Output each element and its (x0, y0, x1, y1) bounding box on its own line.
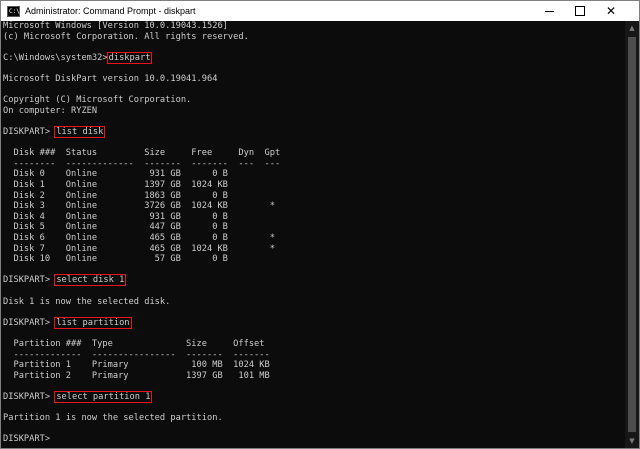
console-line: Disk 2 Online 1863 GB 0 B (3, 190, 228, 202)
console-line-text: Disk ### Status Size Free Dyn Gpt (3, 148, 281, 159)
console-line-text: DISKPART> (3, 434, 51, 445)
console-line: DISKPART> list disk (3, 126, 106, 138)
console-line-text: Disk 1 Online 1397 GB 1024 KB (3, 180, 228, 190)
console-line: Disk 1 Online 1397 GB 1024 KB (3, 180, 228, 191)
console-line: Copyright (C) Microsoft Corporation. (3, 95, 191, 106)
console-line: Disk 3 Online 3726 GB 1024 KB * (3, 201, 275, 212)
console-line-text: -------- ------------- ------- ------- -… (3, 158, 281, 169)
console-line-text: DISKPART> (3, 275, 56, 286)
vertical-scrollbar[interactable]: ▲ ▼ (625, 21, 639, 448)
console-line: -------- ------------- ------- ------- -… (3, 159, 280, 170)
console-line: ------------- ---------------- ------- -… (3, 349, 270, 361)
console-line: Partition 2 Primary 1397 GB 101 MB (3, 370, 270, 382)
highlighted-command: list partition (54, 316, 132, 329)
console-line: Disk 5 Online 447 GB 0 B (3, 222, 228, 233)
console-line-text: Microsoft Windows [Version 10.0.19043.15… (3, 21, 228, 31)
console-line: C:\Windows\system32>diskpart (3, 51, 153, 64)
minimize-icon (544, 10, 554, 12)
console-line: Disk 10 Online 57 GB 0 B (3, 254, 228, 265)
console-line-text: On computer: RYZEN (3, 105, 98, 116)
scroll-thumb[interactable] (628, 37, 636, 432)
cmd-app-icon[interactable]: C:\ (7, 5, 20, 17)
console-line-text: Disk 0 Online 931 GB 0 B (3, 169, 228, 180)
console-line-text: Partition 1 Primary 100 MB 1024 KB (3, 360, 270, 371)
console-output[interactable]: Microsoft Windows [Version 10.0.19043.15… (1, 21, 625, 448)
console-line-text: Disk 1 is now the selected disk. (3, 296, 171, 307)
console-line: Microsoft Windows [Version 10.0.19043.15… (3, 21, 228, 32)
console-line-text: Microsoft DiskPart version 10.0.19041.96… (3, 74, 218, 84)
console-line-text: Disk 4 Online 931 GB 0 B (3, 211, 228, 222)
scroll-up-arrow-icon[interactable]: ▲ (625, 21, 639, 35)
console-line: On computer: RYZEN (3, 106, 97, 117)
window-title: Administrator: Command Prompt - diskpart (25, 6, 196, 16)
console-line-text: (c) Microsoft Corporation. All rights re… (3, 31, 249, 42)
console-line-text: C:\Windows\system32> (3, 52, 108, 63)
console-line-text: DISKPART> (3, 317, 56, 328)
console-line-text: Disk 6 Online 465 GB 0 B * (3, 233, 275, 243)
console-line: DISKPART> list partition (3, 316, 132, 329)
minimize-button[interactable] (534, 1, 564, 21)
console-line-text: Disk 10 Online 57 GB 0 B (3, 254, 228, 265)
console-line: Disk ### Status Size Free Dyn Gpt (3, 148, 280, 159)
console-line: DISKPART> select disk 1 (3, 274, 127, 287)
console-line-text: DISKPART> (3, 392, 56, 402)
highlighted-command: select disk 1 (54, 274, 127, 287)
console-line: DISKPART> (3, 434, 50, 445)
scroll-down-arrow-icon[interactable]: ▼ (625, 434, 639, 448)
console-line: (c) Microsoft Corporation. All rights re… (3, 32, 249, 43)
console-line-text: Disk 2 Online 1863 GB 0 B (3, 190, 228, 201)
console-line-text: Partition 1 is now the selected partitio… (3, 413, 223, 424)
console-line: Disk 0 Online 931 GB 0 B (3, 169, 228, 180)
console-line-text: Partition 2 Primary 1397 GB 101 MB (3, 370, 270, 381)
maximize-button[interactable] (565, 1, 595, 21)
console-line-text: Partition ### Type Size Offset (3, 339, 265, 349)
console-line: Partition 1 is now the selected partitio… (3, 413, 223, 424)
console-line-text: Disk 5 Online 447 GB 0 B (3, 222, 228, 233)
console-line-text: Disk 3 Online 3726 GB 1024 KB * (3, 201, 275, 212)
console-line: Partition 1 Primary 100 MB 1024 KB (3, 360, 270, 371)
console-line: Disk 7 Online 465 GB 1024 KB * (3, 244, 275, 255)
console-line: Partition ### Type Size Offset (3, 339, 265, 350)
console-line: Microsoft DiskPart version 10.0.19041.96… (3, 74, 217, 85)
close-icon: ✕ (605, 4, 617, 18)
console-line-text: Disk 7 Online 465 GB 1024 KB * (3, 243, 275, 254)
command-prompt-window: C:\ Administrator: Command Prompt - disk… (0, 0, 640, 449)
close-button[interactable]: ✕ (596, 1, 626, 21)
maximize-icon (575, 6, 585, 16)
console-line-text: Copyright (C) Microsoft Corporation. (3, 95, 192, 106)
highlighted-command: diskpart (106, 51, 153, 64)
console-line: Disk 6 Online 465 GB 0 B * (3, 233, 275, 244)
console-line: Disk 4 Online 931 GB 0 B (3, 211, 228, 223)
console-line: DISKPART> select partition 1 (3, 391, 153, 403)
console-line-text: DISKPART> (3, 127, 56, 137)
console-line: Disk 1 is now the selected disk. (3, 297, 170, 308)
highlighted-command: select partition 1 (54, 391, 153, 403)
highlighted-command: list disk (54, 126, 106, 138)
console-line-text: ------------- ---------------- ------- -… (3, 349, 270, 360)
title-bar[interactable]: C:\ Administrator: Command Prompt - disk… (1, 1, 639, 21)
